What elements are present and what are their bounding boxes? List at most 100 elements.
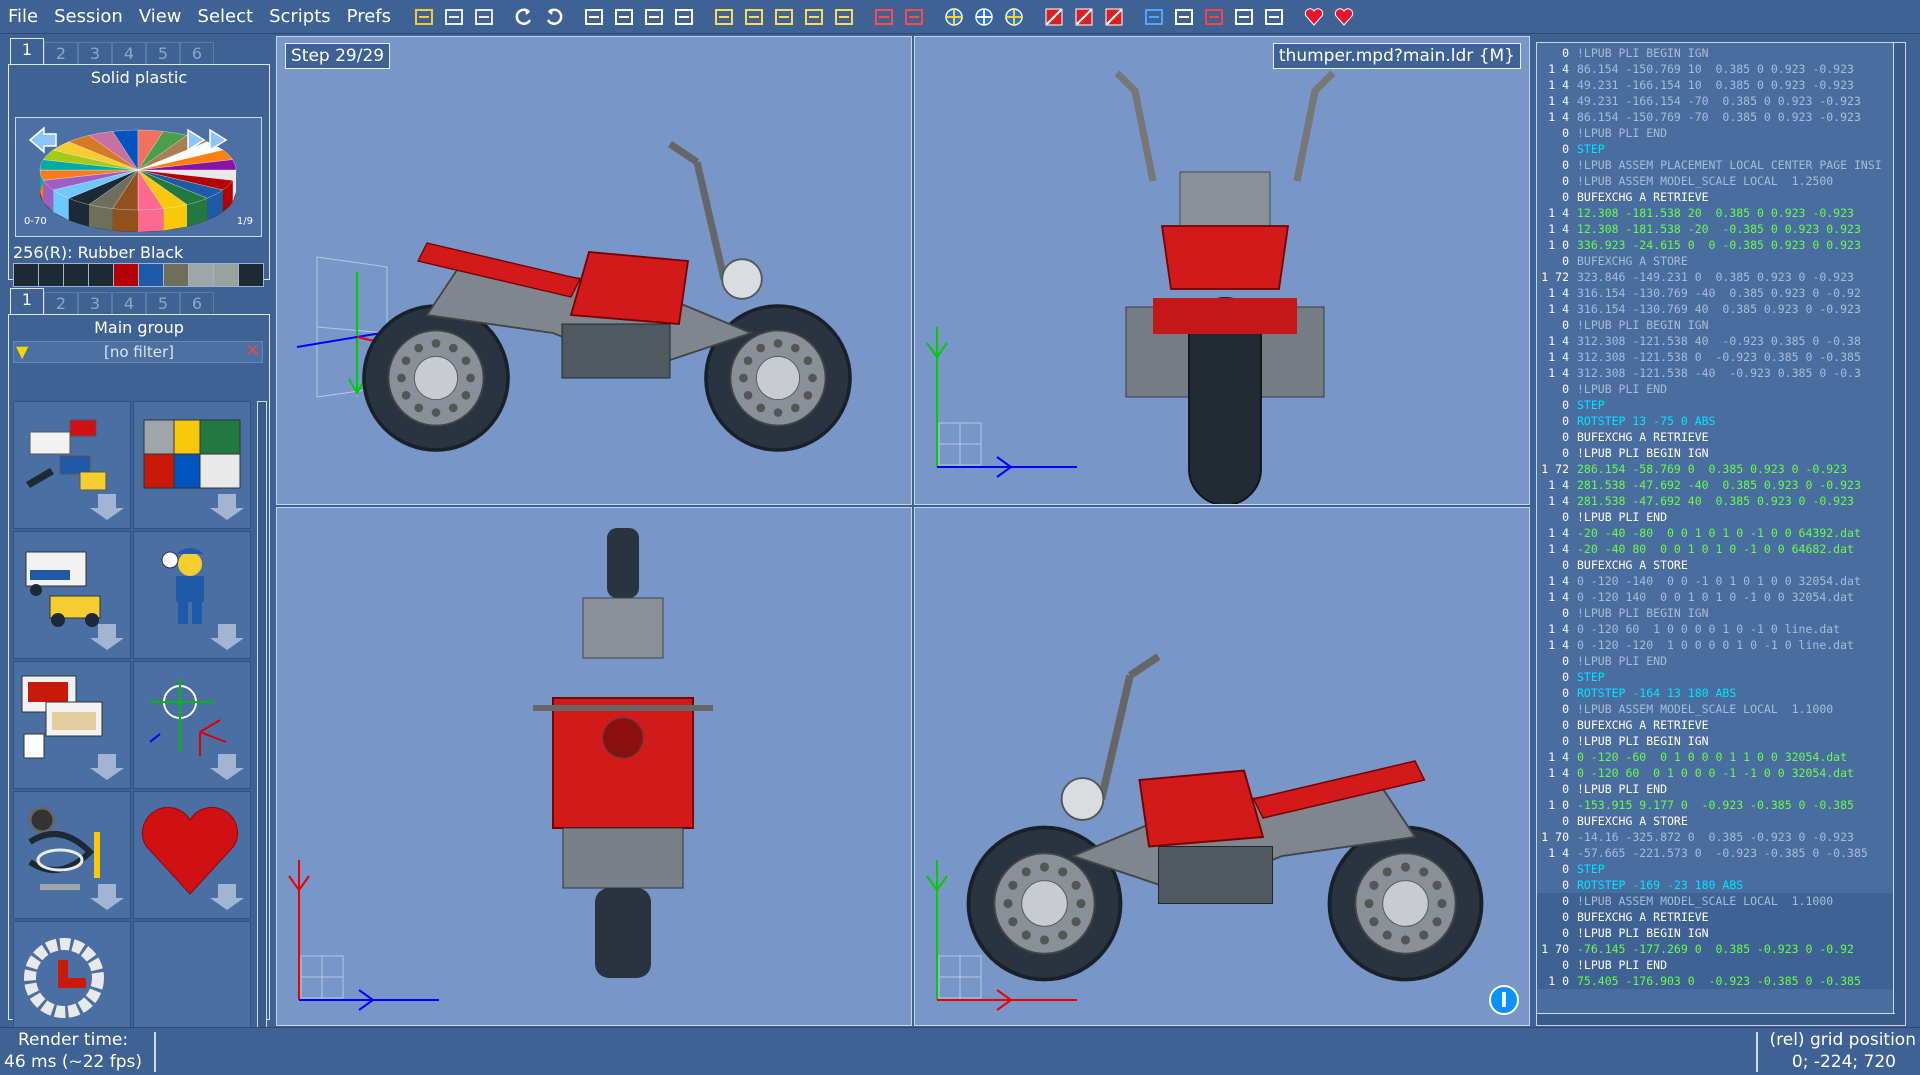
code-line[interactable]: 1 4 0 -120 -140 0 0 -1 0 1 0 1 0 0 32054.…: [1537, 573, 1905, 589]
grid-icon[interactable]: [1142, 5, 1166, 29]
code-line[interactable]: 1 4 -20 -40 -80 0 0 1 0 1 0 -1 0 0 64392.…: [1537, 525, 1905, 541]
color-tab-5[interactable]: 5: [146, 42, 180, 64]
code-line[interactable]: 0 BUFEXCHG A STORE: [1537, 557, 1905, 573]
code-line[interactable]: 1 4 86.154 -150.769 -70 0.385 0 0.923 -0.…: [1537, 109, 1905, 125]
view-front[interactable]: thumper.mpd?main.ldr {M}: [914, 36, 1530, 505]
color-swatch[interactable]: [13, 263, 39, 287]
code-line[interactable]: 1 0 336.923 -24.615 0 0 -0.385 0.923 0 0.…: [1537, 237, 1905, 253]
color-tab-1[interactable]: 1: [10, 38, 44, 64]
move-icon[interactable]: [1172, 5, 1196, 29]
delete-icon[interactable]: [1042, 5, 1066, 29]
code-line[interactable]: 0 !LPUB ASSEM MODEL_SCALE LOCAL 1.1000: [1537, 893, 1905, 909]
view-top[interactable]: [276, 507, 912, 1026]
code-line[interactable]: 1 4 49.231 -166.154 10 0.385 0 0.923 -0.9…: [1537, 77, 1905, 93]
menu-prefs[interactable]: Prefs: [339, 0, 399, 34]
add-step-icon[interactable]: [832, 5, 856, 29]
parts-tab-2[interactable]: 2: [44, 292, 78, 314]
favorite-add-icon[interactable]: [1332, 5, 1356, 29]
color-tab-2[interactable]: 2: [44, 42, 78, 64]
copy-icon[interactable]: [582, 5, 606, 29]
code-line[interactable]: 0 STEP: [1537, 397, 1905, 413]
last-step-icon[interactable]: [802, 5, 826, 29]
part-bin[interactable]: [133, 401, 251, 529]
part-bin[interactable]: [133, 531, 251, 659]
code-line[interactable]: 0 !LPUB ASSEM MODEL_SCALE LOCAL 1.2500: [1537, 173, 1905, 189]
menu-session[interactable]: Session: [46, 0, 131, 34]
save-icon[interactable]: [442, 5, 466, 29]
code-line[interactable]: 1 72 323.846 -149.231 0 0.385 0.923 0 -0.…: [1537, 269, 1905, 285]
code-line[interactable]: 1 4 -20 -40 80 0 0 1 0 1 0 -1 0 0 64682.d…: [1537, 541, 1905, 557]
code-line[interactable]: 1 4 86.154 -150.769 10 0.385 0 0.923 -0.9…: [1537, 61, 1905, 77]
ldraw-code-editor[interactable]: 0 !LPUB PLI BEGIN IGN 1 4 86.154 -150.769 1…: [1536, 42, 1906, 1026]
code-line[interactable]: 0 BUFEXCHG A RETRIEVE: [1537, 429, 1905, 445]
code-line[interactable]: 0 STEP: [1537, 669, 1905, 685]
part-bin[interactable]: [133, 791, 251, 919]
code-line[interactable]: 1 4 312.308 -121.538 0 -0.923 0.385 0 -0.…: [1537, 349, 1905, 365]
code-line[interactable]: 1 72 286.154 -58.769 0 0.385 0.923 0 -0.9…: [1537, 461, 1905, 477]
code-line[interactable]: 0 BUFEXCHG A RETRIEVE: [1537, 189, 1905, 205]
code-line[interactable]: 1 4 12.308 -181.538 -20 -0.385 0 0.923 0.…: [1537, 221, 1905, 237]
code-line[interactable]: 1 4 281.538 -47.692 -40 0.385 0.923 0 -0.…: [1537, 477, 1905, 493]
clear-icon[interactable]: [1102, 5, 1126, 29]
code-line[interactable]: 1 4 316.154 -130.769 -40 0.385 0.923 0 -0…: [1537, 285, 1905, 301]
code-line[interactable]: 1 0 -153.915 9.177 0 -0.923 -0.385 0 -0.3…: [1537, 797, 1905, 813]
code-line[interactable]: 0 !LPUB PLI BEGIN IGN: [1537, 45, 1905, 61]
redo-icon[interactable]: [542, 5, 566, 29]
code-line[interactable]: 0 STEP: [1537, 861, 1905, 877]
code-line[interactable]: 1 70 -14.16 -325.872 0 0.385 -0.923 0 -0.…: [1537, 829, 1905, 845]
code-line[interactable]: 0 !LPUB PLI END: [1537, 653, 1905, 669]
code-line[interactable]: 1 4 0 -120 60 1 0 0 0 0 1 0 -1 0 line.dat: [1537, 621, 1905, 637]
code-line[interactable]: 0 !LPUB PLI END: [1537, 957, 1905, 973]
code-line[interactable]: 1 0 75.405 -176.903 0 -0.923 -0.385 0 -0.…: [1537, 973, 1905, 989]
code-line[interactable]: 0 !LPUB PLI BEGIN IGN: [1537, 317, 1905, 333]
color-swatch[interactable]: [63, 263, 89, 287]
code-line[interactable]: 0 BUFEXCHG A STORE: [1537, 253, 1905, 269]
code-line[interactable]: 0 !LPUB ASSEM PLACEMENT LOCAL CENTER PAGE…: [1537, 157, 1905, 173]
next-step-icon[interactable]: [772, 5, 796, 29]
menu-view[interactable]: View: [131, 0, 190, 34]
first-step-icon[interactable]: [712, 5, 736, 29]
code-line[interactable]: 0 ROTSTEP -164 13 180 ABS: [1537, 685, 1905, 701]
parts-tab-6[interactable]: 6: [180, 292, 214, 314]
code-hscrollbar[interactable]: [1537, 1013, 1895, 1025]
part-bin[interactable]: [133, 661, 251, 789]
color-tab-4[interactable]: 4: [112, 42, 146, 64]
prev-step-icon[interactable]: [742, 5, 766, 29]
code-line[interactable]: 1 4 49.231 -166.154 -70 0.385 0 0.923 -0.…: [1537, 93, 1905, 109]
open-icon[interactable]: [412, 5, 436, 29]
cut-icon[interactable]: [612, 5, 636, 29]
code-line[interactable]: 0 BUFEXCHG A RETRIEVE: [1537, 909, 1905, 925]
favorite-icon[interactable]: [1302, 5, 1326, 29]
color-swatch[interactable]: [138, 263, 164, 287]
part-bin[interactable]: [13, 531, 131, 659]
code-line[interactable]: 0 !LPUB PLI BEGIN IGN: [1537, 445, 1905, 461]
select-all-icon[interactable]: [672, 5, 696, 29]
code-line[interactable]: 1 4 0 -120 -60 0 1 0 0 0 1 1 0 0 32054.da…: [1537, 749, 1905, 765]
code-line[interactable]: 1 4 0 -120 60 0 1 0 0 0 -1 -1 0 0 32054.d…: [1537, 765, 1905, 781]
code-line[interactable]: 0 ROTSTEP -169 -23 180 ABS: [1537, 877, 1905, 893]
code-line[interactable]: 0 !LPUB PLI END: [1537, 781, 1905, 797]
pan-icon[interactable]: [1232, 5, 1256, 29]
part-bin[interactable]: [13, 661, 131, 789]
code-line[interactable]: 1 70 -76.145 -177.269 0 0.385 -0.923 0 -0…: [1537, 941, 1905, 957]
code-line[interactable]: 0 !LPUB PLI END: [1537, 381, 1905, 397]
color-swatch[interactable]: [163, 263, 189, 287]
undo-icon[interactable]: [512, 5, 536, 29]
crosshair-icon[interactable]: [972, 5, 996, 29]
menu-scripts[interactable]: Scripts: [261, 0, 339, 34]
filter-text[interactable]: [no filter]: [14, 342, 264, 362]
code-line[interactable]: 0 !LPUB PLI BEGIN IGN: [1537, 925, 1905, 941]
code-line[interactable]: 0 BUFEXCHG A RETRIEVE: [1537, 717, 1905, 733]
parts-tab-3[interactable]: 3: [78, 292, 112, 314]
move-part-icon[interactable]: [902, 5, 926, 29]
color-swatch[interactable]: [38, 263, 64, 287]
code-line[interactable]: 1 4 316.154 -130.769 40 0.385 0.923 0 -0.…: [1537, 301, 1905, 317]
code-line[interactable]: 0 !LPUB PLI END: [1537, 125, 1905, 141]
color-swatch[interactable]: [113, 263, 139, 287]
color-wheel-icon[interactable]: [942, 5, 966, 29]
menu-file[interactable]: File: [0, 0, 46, 34]
delete-step-icon[interactable]: [1072, 5, 1096, 29]
bins-scrollbar[interactable]: [257, 401, 267, 1057]
render-icon[interactable]: [1002, 5, 1026, 29]
code-line[interactable]: 0 BUFEXCHG A STORE: [1537, 813, 1905, 829]
